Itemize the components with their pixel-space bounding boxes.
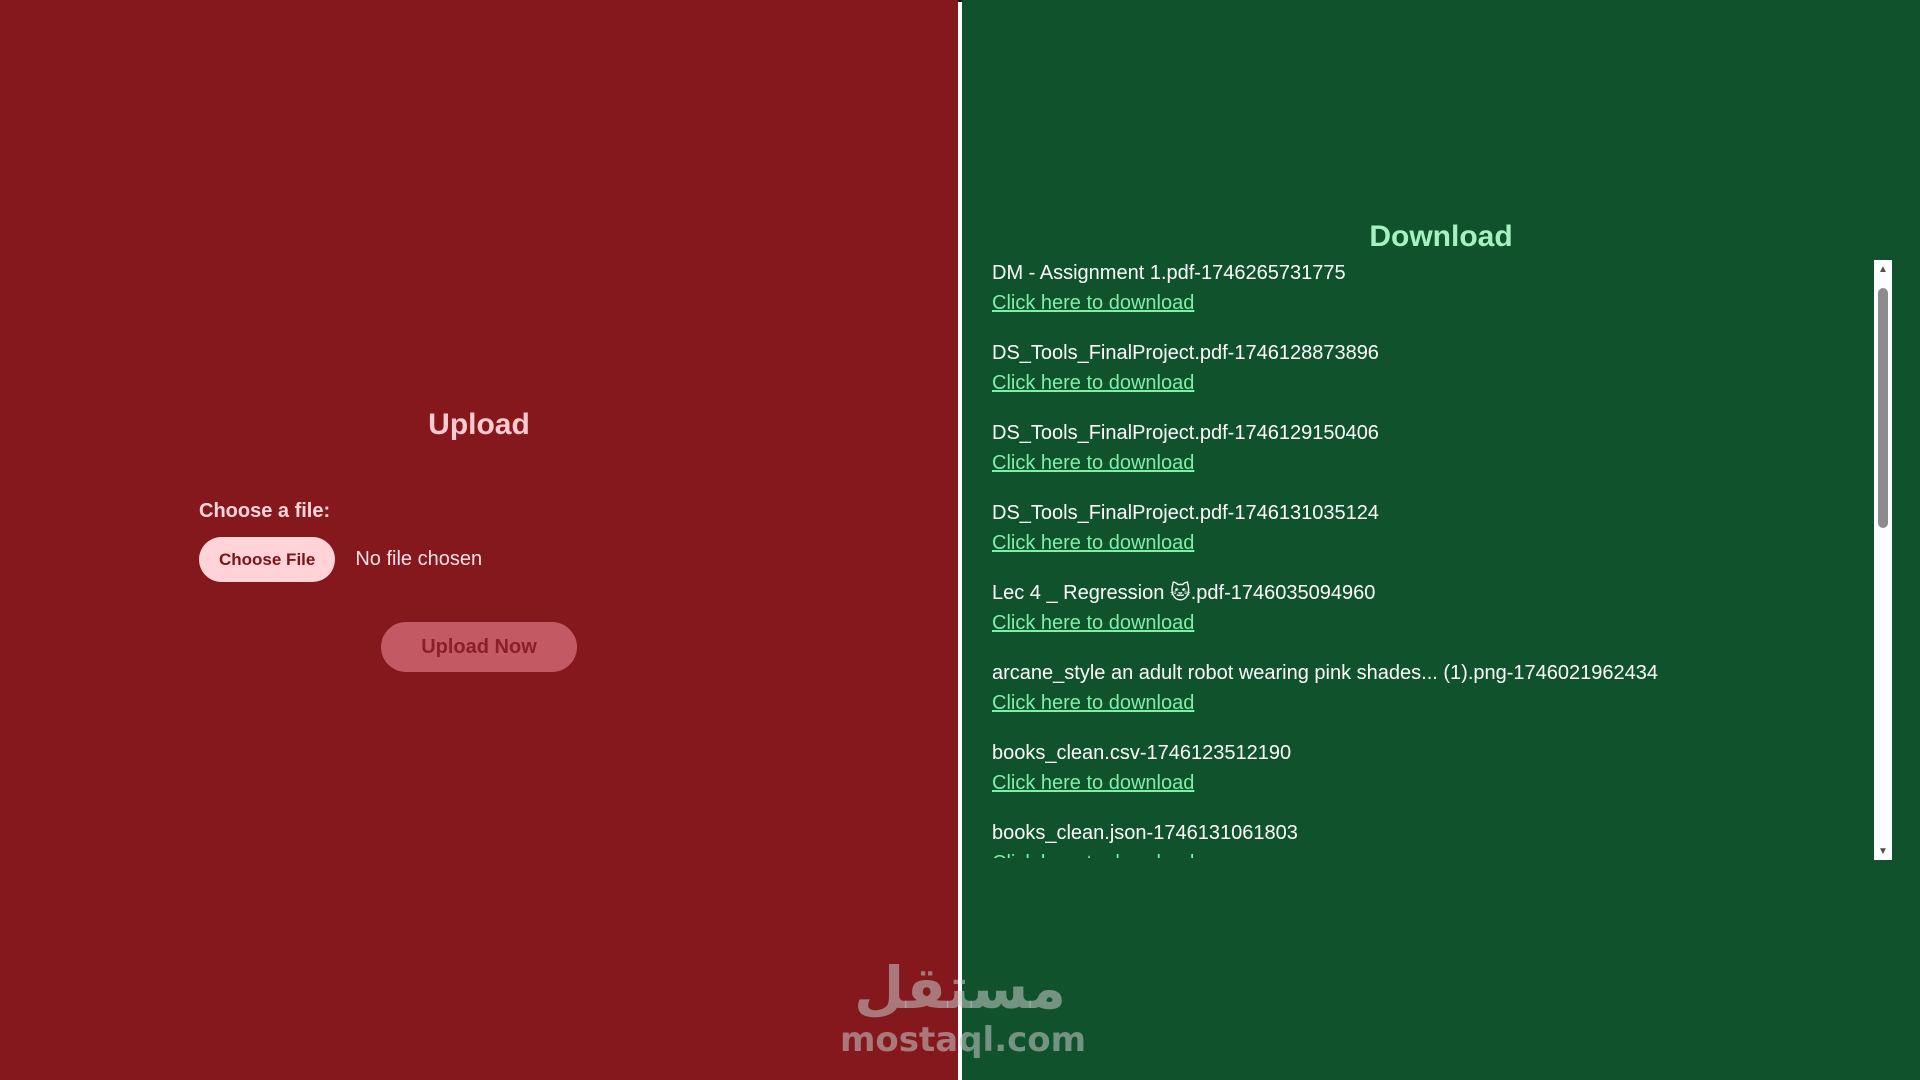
list-item: Lec 4 _ Regression 🐱.pdf-1746035094960 C… (992, 578, 1832, 638)
download-link[interactable]: Click here to download (992, 688, 1194, 718)
file-name: arcane_style an adult robot wearing pink… (992, 662, 1659, 684)
upload-panel: Upload Choose a file: Choose File No fil… (0, 0, 958, 1080)
file-name: DS_Tools_FinalProject.pdf-1746129150406 (992, 422, 1379, 444)
upload-title: Upload (428, 408, 530, 441)
file-name: books_clean.json-1746131061803 (992, 822, 1298, 844)
download-title: Download (1369, 220, 1513, 253)
file-name: DS_Tools_FinalProject.pdf-1746128873896 (992, 342, 1379, 364)
list-item: DS_Tools_FinalProject.pdf-1746129150406 … (992, 418, 1832, 478)
list-item: DS_Tools_FinalProject.pdf-1746128873896 … (992, 338, 1832, 398)
list-item: arcane_style an adult robot wearing pink… (992, 658, 1832, 718)
download-link[interactable]: Click here to download (992, 448, 1194, 478)
file-list-scrollbar[interactable]: ▲ ▼ (1874, 260, 1892, 860)
list-item: books_clean.csv-1746123512190 Click here… (992, 738, 1832, 798)
download-link[interactable]: Click here to download (992, 768, 1194, 798)
file-name: DM - Assignment 1.pdf-1746265731775 (992, 262, 1346, 284)
download-link[interactable]: Click here to download (992, 368, 1194, 398)
file-input[interactable]: Choose File No file chosen (199, 537, 482, 582)
choose-file-button[interactable]: Choose File (199, 537, 336, 582)
download-panel: Download DM - Assignment 1.pdf-174626573… (962, 0, 1920, 1080)
page: Upload Choose a file: Choose File No fil… (0, 0, 1920, 1080)
download-link[interactable]: Click here to download (992, 608, 1194, 638)
file-list[interactable]: DM - Assignment 1.pdf-1746265731775 Clic… (992, 258, 1832, 858)
list-item: books_clean.json-1746131061803 Click her… (992, 818, 1832, 858)
download-link[interactable]: Click here to download (992, 528, 1194, 558)
file-name: Lec 4 _ Regression 🐱.pdf-1746035094960 (992, 582, 1376, 604)
download-link[interactable]: Click here to download (992, 288, 1194, 318)
scroll-thumb[interactable] (1878, 288, 1888, 528)
scroll-up-arrow-icon[interactable]: ▲ (1874, 260, 1892, 278)
upload-now-button[interactable]: Upload Now (381, 622, 577, 672)
download-link[interactable]: Click here to download (992, 848, 1194, 858)
file-name: DS_Tools_FinalProject.pdf-1746131035124 (992, 502, 1379, 524)
file-status: No file chosen (355, 548, 483, 570)
file-label: Choose a file: (199, 500, 331, 522)
list-item: DS_Tools_FinalProject.pdf-1746131035124 … (992, 498, 1832, 558)
list-item: DM - Assignment 1.pdf-1746265731775 Clic… (992, 258, 1832, 318)
file-name: books_clean.csv-1746123512190 (992, 742, 1292, 764)
scroll-down-arrow-icon[interactable]: ▼ (1874, 842, 1892, 860)
